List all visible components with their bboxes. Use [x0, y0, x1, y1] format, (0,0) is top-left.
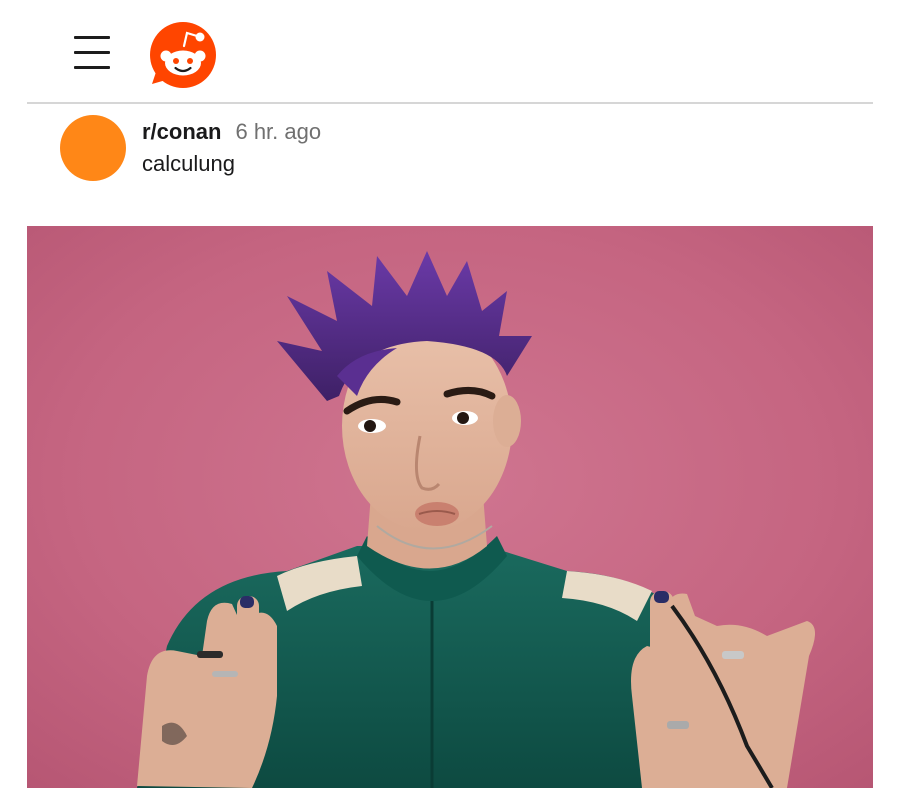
header-divider: [27, 102, 873, 104]
top-bar: [0, 0, 900, 103]
menu-icon-line-bottom: [74, 66, 110, 69]
post-author-link[interactable]: calculung: [142, 150, 235, 178]
post-meta: r/conan 6 hr. ago: [142, 118, 321, 146]
post-photo: [27, 226, 873, 788]
hamburger-menu-button[interactable]: [70, 33, 114, 73]
subreddit-avatar[interactable]: [60, 115, 126, 181]
reddit-logo-icon[interactable]: [148, 20, 218, 90]
post-image[interactable]: [27, 226, 873, 788]
menu-icon-line-top: [74, 36, 110, 39]
menu-icon-line-middle: [74, 51, 110, 54]
subreddit-link[interactable]: r/conan: [142, 119, 221, 144]
snoo-icon: [150, 22, 216, 88]
post-timestamp: 6 hr. ago: [235, 119, 322, 144]
